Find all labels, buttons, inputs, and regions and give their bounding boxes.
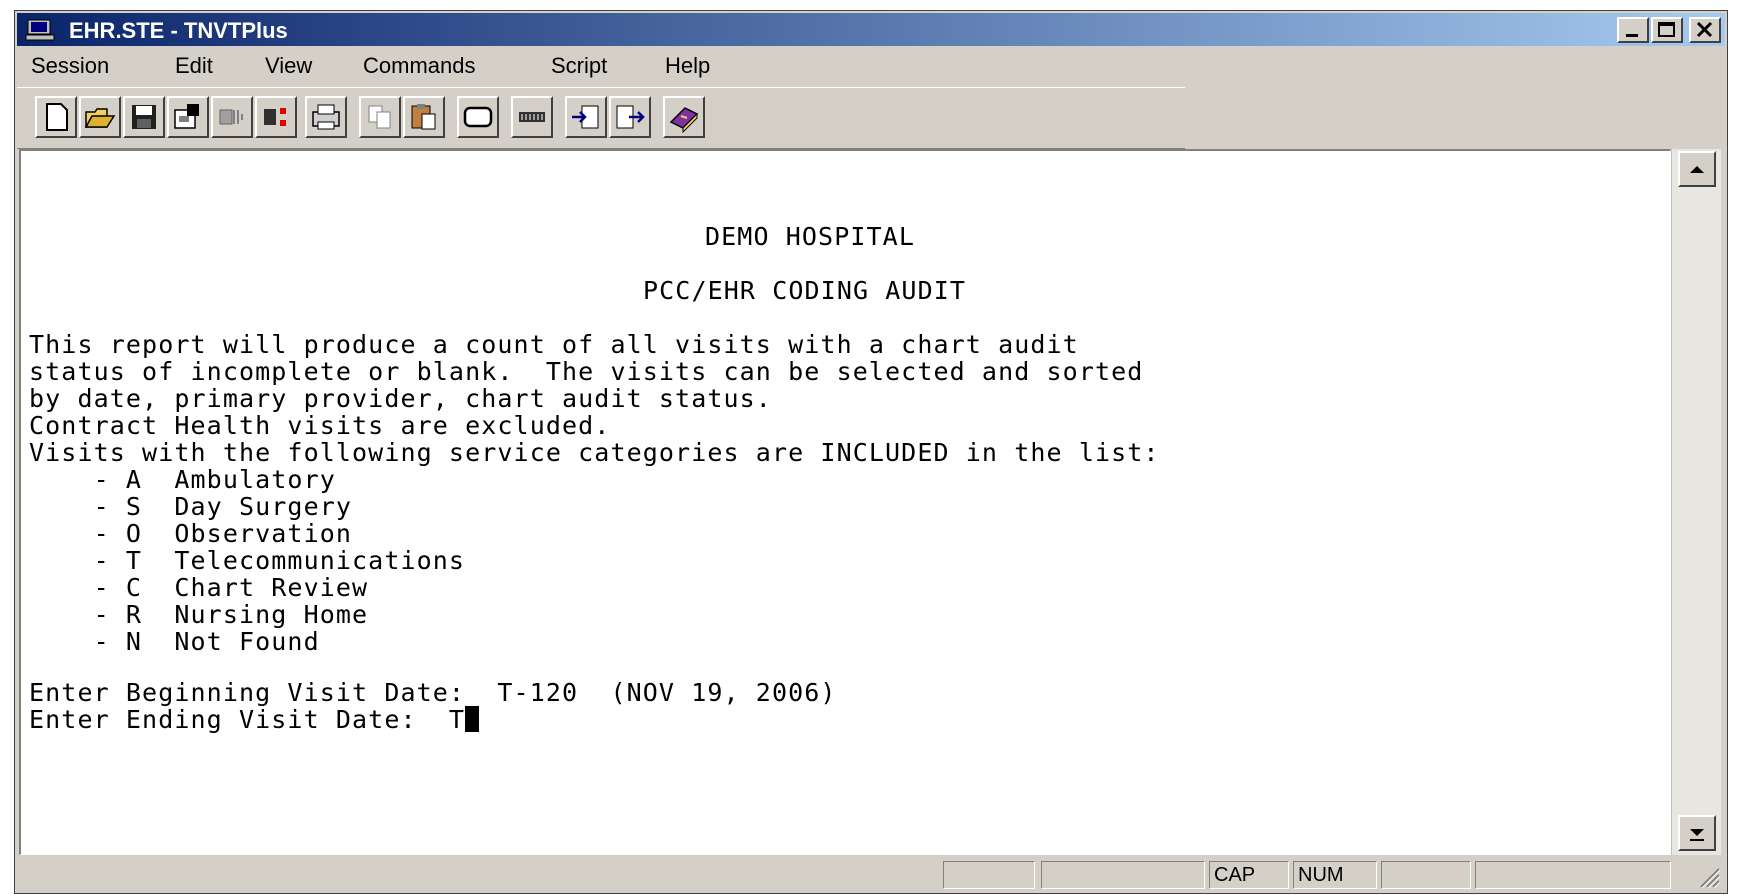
scroll-up-button[interactable]	[1678, 151, 1716, 187]
new-file-icon	[46, 103, 68, 131]
intro-line: by date, primary provider, chart audit s…	[29, 384, 772, 413]
num-lock-indicator: NUM	[1293, 861, 1377, 889]
window-title: EHR.STE - TNVTPlus	[69, 18, 288, 43]
category-item: - N Not Found	[29, 627, 320, 656]
minimize-button[interactable]	[1617, 17, 1649, 43]
paste-button[interactable]	[403, 96, 445, 138]
print-button[interactable]	[305, 96, 347, 138]
disconnect-icon	[264, 108, 286, 126]
arrow-up-icon	[1690, 166, 1704, 173]
intro-line: Visits with the following service catego…	[29, 438, 1160, 467]
close-icon	[1696, 21, 1713, 38]
status-bar: CAP NUM	[17, 859, 1725, 891]
intro-line: This report will produce a count of all …	[29, 330, 1079, 359]
new-button[interactable]	[35, 96, 77, 138]
report-title: PCC/EHR CODING AUDIT	[643, 276, 967, 305]
intro-line: status of incomplete or blank. The visit…	[29, 357, 1144, 386]
receive-file-icon	[616, 105, 645, 129]
paste-icon	[411, 104, 436, 130]
menu-edit[interactable]: Edit	[175, 53, 213, 79]
caps-lock-indicator: CAP	[1209, 861, 1289, 889]
menu-bar: Session Edit View Commands Script Help	[17, 49, 1725, 83]
report-site-header: DEMO HOSPITAL	[705, 222, 915, 251]
computer-icon	[25, 19, 55, 41]
screen-button[interactable]	[457, 96, 499, 138]
category-item: - A Ambulatory	[29, 465, 336, 494]
send-file-button[interactable]	[565, 96, 607, 138]
status-pane	[1475, 861, 1671, 889]
arrow-down-icon	[1690, 829, 1704, 841]
book-button[interactable]	[663, 96, 705, 138]
connect-button[interactable]	[211, 96, 253, 138]
category-item: - C Chart Review	[29, 573, 369, 602]
status-pane	[943, 861, 1035, 889]
disconnect-button[interactable]	[255, 96, 297, 138]
begin-date-prompt: Enter Beginning Visit Date: T-120 (NOV 1…	[29, 678, 837, 707]
send-file-icon	[572, 105, 599, 129]
status-pane	[1041, 861, 1205, 889]
intro-line: Contract Health visits are excluded.	[29, 411, 611, 440]
status-pane	[1381, 861, 1471, 889]
keyboard-icon	[519, 112, 545, 122]
category-item: - T Telecommunications	[29, 546, 466, 575]
category-item: - S Day Surgery	[29, 492, 353, 521]
title-bar[interactable]: EHR.STE - TNVTPlus	[17, 13, 1725, 46]
keyboard-button[interactable]	[511, 96, 553, 138]
terminal-window: EHR.STE - TNVTPlus Session Edit View Com…	[14, 10, 1728, 894]
minimize-icon	[1626, 34, 1638, 37]
maximize-button[interactable]	[1651, 17, 1683, 43]
category-item: - O Observation	[29, 519, 353, 548]
open-folder-icon	[84, 108, 116, 128]
menu-commands[interactable]: Commands	[363, 53, 475, 79]
menu-session[interactable]: Session	[31, 53, 109, 79]
end-date-prompt[interactable]: Enter Ending Visit Date: T	[29, 705, 480, 734]
properties-icon	[174, 104, 199, 129]
maximize-icon	[1658, 22, 1675, 37]
connect-icon	[219, 109, 243, 125]
save-disk-icon	[132, 105, 156, 129]
open-button[interactable]	[79, 96, 121, 138]
menu-view[interactable]: View	[265, 53, 312, 79]
properties-button[interactable]	[167, 96, 209, 138]
book-icon	[669, 107, 699, 134]
menu-help[interactable]: Help	[665, 53, 710, 79]
copy-icon	[368, 105, 391, 129]
close-button[interactable]	[1689, 17, 1721, 43]
screen-icon	[463, 106, 493, 128]
vertical-scrollbar[interactable]	[1671, 149, 1721, 855]
menu-script[interactable]: Script	[551, 53, 607, 79]
save-button[interactable]	[123, 96, 165, 138]
toolbar	[17, 87, 1185, 149]
category-item: - R Nursing Home	[29, 600, 369, 629]
print-icon	[312, 104, 340, 130]
resize-grip-icon[interactable]	[1693, 861, 1721, 889]
scroll-down-button[interactable]	[1678, 815, 1716, 851]
text-cursor	[465, 706, 480, 732]
terminal-screen[interactable]: DEMO HOSPITAL PCC/EHR CODING AUDIT This …	[19, 149, 1671, 855]
receive-file-button[interactable]	[609, 96, 651, 138]
copy-button[interactable]	[359, 96, 401, 138]
end-date-input[interactable]: Enter Ending Visit Date: T	[29, 705, 465, 734]
